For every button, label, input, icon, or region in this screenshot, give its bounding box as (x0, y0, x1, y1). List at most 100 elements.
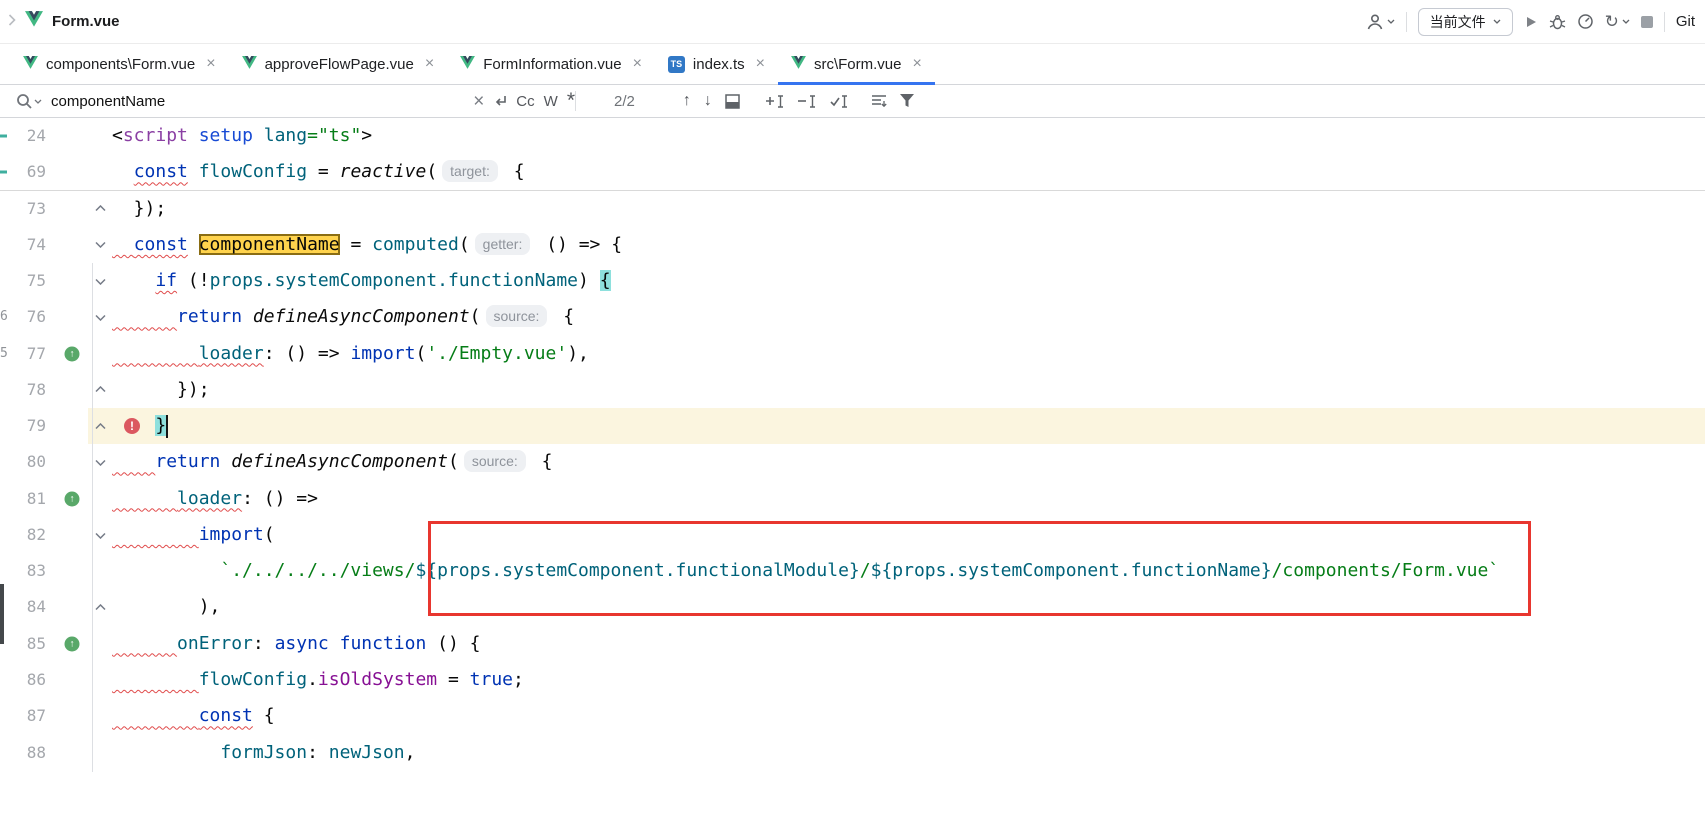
code-line-77[interactable]: 577↑ loader: () => import('./Empty.vue')… (0, 336, 1705, 372)
add-occurrence-icon[interactable] (766, 94, 785, 109)
code-line-84[interactable]: 84 ), (0, 589, 1705, 625)
code-line-87[interactable]: 87 const { (0, 698, 1705, 734)
git-menu[interactable]: Git (1676, 13, 1695, 30)
code-text[interactable]: flowConfig.isOldSystem = true; (112, 662, 1705, 698)
search-in-selection-icon[interactable] (725, 94, 740, 109)
search-field[interactable]: componentName × Cc W * (0, 92, 575, 111)
previous-occurrence-icon[interactable]: ↑ (683, 92, 691, 110)
code-line-80[interactable]: 80 return defineAsyncComponent(source: { (0, 444, 1705, 480)
edge-marker (0, 263, 10, 299)
remove-occurrence-icon[interactable] (798, 94, 817, 109)
code-text[interactable]: }); (112, 372, 1705, 408)
fold-toggle[interactable] (88, 517, 112, 553)
fold-toggle[interactable] (88, 372, 112, 408)
run-button[interactable] (1524, 15, 1538, 29)
fold-toggle[interactable] (88, 263, 112, 299)
code-line-83[interactable]: 83 `./../../../views/${props.systemCompo… (0, 553, 1705, 589)
code-token (188, 161, 199, 182)
fold-toggle[interactable] (88, 481, 112, 517)
next-occurrence-icon[interactable]: ↓ (704, 92, 712, 110)
fold-toggle[interactable] (88, 735, 112, 771)
code-line-76[interactable]: 676 return defineAsyncComponent(source: … (0, 299, 1705, 335)
open-results-icon[interactable] (871, 94, 887, 108)
fold-toggle[interactable] (88, 118, 112, 154)
tab-close-icon[interactable]: × (756, 55, 765, 73)
code-line-74[interactable]: 74 const componentName = computed(getter… (0, 227, 1705, 263)
code-text[interactable]: if (!props.systemComponent.functionName)… (112, 263, 1705, 299)
editor[interactable]: 24<script setup lang="ts">69 const flowC… (0, 118, 1705, 771)
stop-button[interactable] (1641, 16, 1653, 28)
filter-icon[interactable] (900, 94, 915, 108)
code-text[interactable]: loader: () => import('./Empty.vue'), (112, 336, 1705, 372)
code-line-88[interactable]: 88 formJson: newJson, (0, 735, 1705, 771)
tab-forminformation-vue[interactable]: FormInformation.vue × (447, 44, 655, 84)
implemented-marker-icon[interactable]: ↑ (65, 491, 80, 506)
code-line-79[interactable]: 79 }! (0, 408, 1705, 444)
implemented-marker-icon[interactable]: ↑ (65, 346, 80, 361)
code-line-69[interactable]: 69 const flowConfig = reactive(target: { (0, 154, 1705, 190)
clear-search-icon[interactable]: × (473, 92, 484, 111)
error-icon[interactable]: ! (124, 418, 140, 434)
code-line-86[interactable]: 86 flowConfig.isOldSystem = true; (0, 662, 1705, 698)
code-text[interactable]: return defineAsyncComponent(source: { (112, 444, 1705, 480)
code-line-81[interactable]: 81↑ loader: () => (0, 481, 1705, 517)
tab-approveflowpage-vue[interactable]: approveFlowPage.vue × (229, 44, 448, 84)
select-all-occurrences-icon[interactable] (830, 94, 849, 109)
fold-toggle[interactable] (88, 444, 112, 480)
fold-toggle[interactable] (88, 408, 112, 444)
fold-toggle[interactable] (88, 336, 112, 372)
code-text[interactable]: `./../../../views/${props.systemComponen… (112, 553, 1705, 589)
code-text[interactable]: }! (112, 408, 1705, 444)
fold-toggle[interactable] (88, 191, 112, 227)
code-text[interactable]: const componentName = computed(getter: (… (112, 227, 1705, 263)
code-text[interactable]: <script setup lang="ts"> (112, 118, 1705, 154)
regex-toggle[interactable]: * (567, 95, 575, 107)
search-icon[interactable] (16, 93, 42, 109)
code-text[interactable]: return defineAsyncComponent(source: { (112, 299, 1705, 335)
code-text[interactable]: import( (112, 517, 1705, 553)
code-text[interactable]: ), (112, 589, 1705, 625)
whole-words-toggle[interactable]: W (544, 93, 558, 110)
code-line-75[interactable]: 75 if (!props.systemComponent.functionNa… (0, 263, 1705, 299)
code-line-24[interactable]: 24<script setup lang="ts"> (0, 118, 1705, 154)
code-line-73[interactable]: 73 }); (0, 191, 1705, 227)
code-text[interactable]: loader: () => (112, 481, 1705, 517)
user-account-button[interactable] (1366, 13, 1395, 31)
code-text[interactable]: const { (112, 698, 1705, 734)
tab-src-form-vue-active[interactable]: src\Form.vue × (778, 44, 935, 84)
tab-index-ts[interactable]: TS index.ts × (655, 44, 778, 84)
fold-toggle[interactable] (88, 626, 112, 662)
tab-close-icon[interactable]: × (206, 55, 215, 73)
new-line-icon[interactable] (493, 94, 507, 108)
debug-button[interactable] (1549, 14, 1566, 30)
code-line-85[interactable]: 85↑ onError: async function () { (0, 626, 1705, 662)
run-configuration-dropdown[interactable]: 当前文件 (1418, 8, 1513, 36)
match-case-toggle[interactable]: Cc (516, 93, 534, 110)
tab-close-icon[interactable]: × (912, 55, 921, 73)
tab-components-form-vue[interactable]: components\Form.vue × (10, 44, 229, 84)
code-token: script (123, 125, 188, 146)
tab-close-icon[interactable]: × (633, 55, 642, 73)
code-line-82[interactable]: 82 import( (0, 517, 1705, 553)
profiler-button[interactable] (1577, 13, 1594, 30)
fold-toggle[interactable] (88, 662, 112, 698)
code-text[interactable]: const flowConfig = reactive(target: { (112, 154, 1705, 190)
fold-toggle[interactable] (88, 698, 112, 734)
search-results-count: 2/2 (614, 93, 635, 110)
gutter-icon-cell (46, 553, 88, 589)
rerun-button[interactable]: ↻ (1605, 13, 1630, 30)
fold-toggle[interactable] (88, 227, 112, 263)
fold-toggle[interactable] (88, 553, 112, 589)
code-line-78[interactable]: 78 }); (0, 372, 1705, 408)
fold-toggle[interactable] (88, 154, 112, 190)
fold-toggle[interactable] (88, 589, 112, 625)
fold-toggle[interactable] (88, 299, 112, 335)
implemented-marker-icon[interactable]: ↑ (65, 636, 80, 651)
code-text[interactable]: }); (112, 191, 1705, 227)
line-number: 84 (10, 589, 46, 625)
code-text[interactable]: formJson: newJson, (112, 735, 1705, 771)
chevron-right-icon (8, 13, 16, 31)
code-text[interactable]: onError: async function () { (112, 626, 1705, 662)
tab-close-icon[interactable]: × (425, 55, 434, 73)
search-input[interactable]: componentName (51, 93, 165, 110)
